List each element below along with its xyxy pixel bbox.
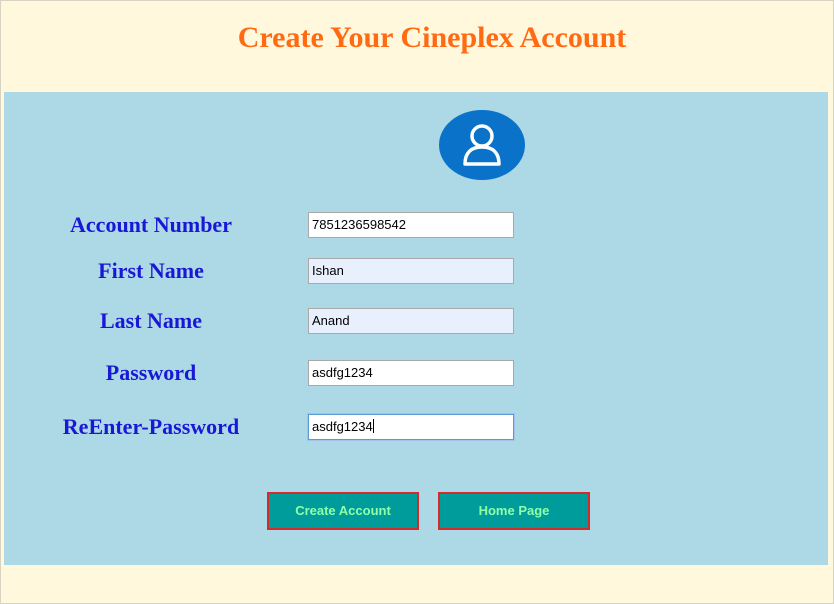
- account-number-field[interactable]: 7851236598542: [308, 212, 514, 238]
- user-icon: [439, 110, 525, 180]
- user-icon-glyph: [463, 124, 501, 166]
- reenter-password-label: ReEnter-Password: [62, 414, 240, 439]
- text-caret: [372, 419, 374, 433]
- password-label: Password: [105, 360, 197, 385]
- page-title: Create Your Cineplex Account: [237, 21, 627, 54]
- first-name-label: First Name: [98, 258, 204, 283]
- create-account-button[interactable]: Create Account: [267, 492, 419, 530]
- home-page-button[interactable]: Home Page: [438, 492, 590, 530]
- form-panel: Account Number 7851236598542 First Name …: [4, 92, 828, 565]
- last-name-label: Last Name: [99, 308, 203, 333]
- account-number-label: Account Number: [70, 212, 232, 237]
- first-name-field[interactable]: Ishan: [308, 258, 514, 284]
- reenter-password-value: asdfg1234: [312, 419, 373, 434]
- password-field[interactable]: asdfg1234: [308, 360, 514, 386]
- reenter-password-field[interactable]: asdfg1234: [308, 414, 514, 440]
- last-name-field[interactable]: Anand: [308, 308, 514, 334]
